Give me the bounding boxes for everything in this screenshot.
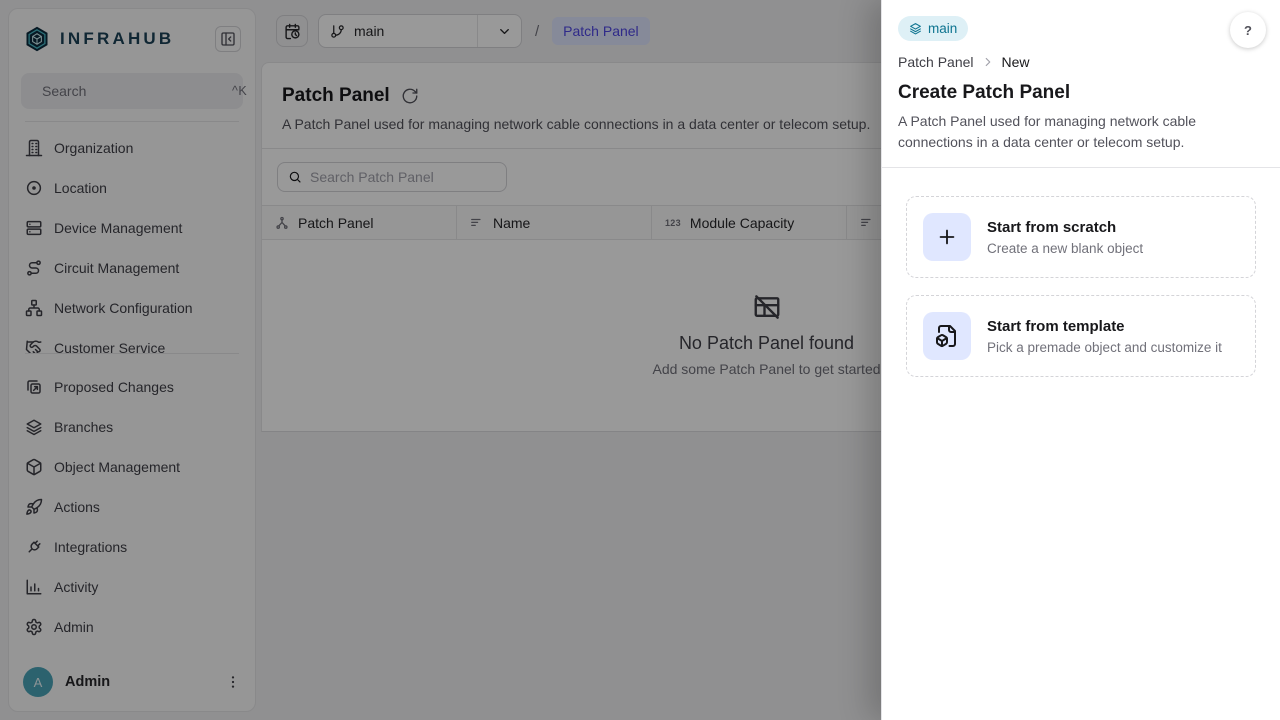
file-box-icon [923, 312, 971, 360]
branch-badge[interactable]: main [898, 16, 968, 41]
start-from-template-card[interactable]: Start from template Pick a premade objec… [906, 295, 1256, 377]
help-button[interactable]: ? [1230, 12, 1266, 48]
option-subtitle: Pick a premade object and customize it [987, 340, 1222, 355]
breadcrumb-patch-panel[interactable]: Patch Panel [898, 54, 974, 70]
plus-icon [923, 213, 971, 261]
drawer-title: Create Patch Panel [898, 82, 1264, 104]
drawer-breadcrumb: Patch Panel New [898, 54, 1264, 70]
option-title: Start from template [987, 318, 1222, 335]
start-from-scratch-card[interactable]: Start from scratch Create a new blank ob… [906, 196, 1256, 278]
layers-icon [909, 22, 922, 35]
branch-badge-label: main [928, 21, 957, 36]
drawer-description: A Patch Panel used for managing network … [898, 111, 1238, 152]
chevron-right-icon [981, 55, 995, 69]
breadcrumb-new: New [1002, 54, 1030, 70]
option-subtitle: Create a new blank object [987, 241, 1143, 256]
create-drawer: ? main Patch Panel New Create Patch Pane… [881, 0, 1280, 720]
option-title: Start from scratch [987, 219, 1143, 236]
